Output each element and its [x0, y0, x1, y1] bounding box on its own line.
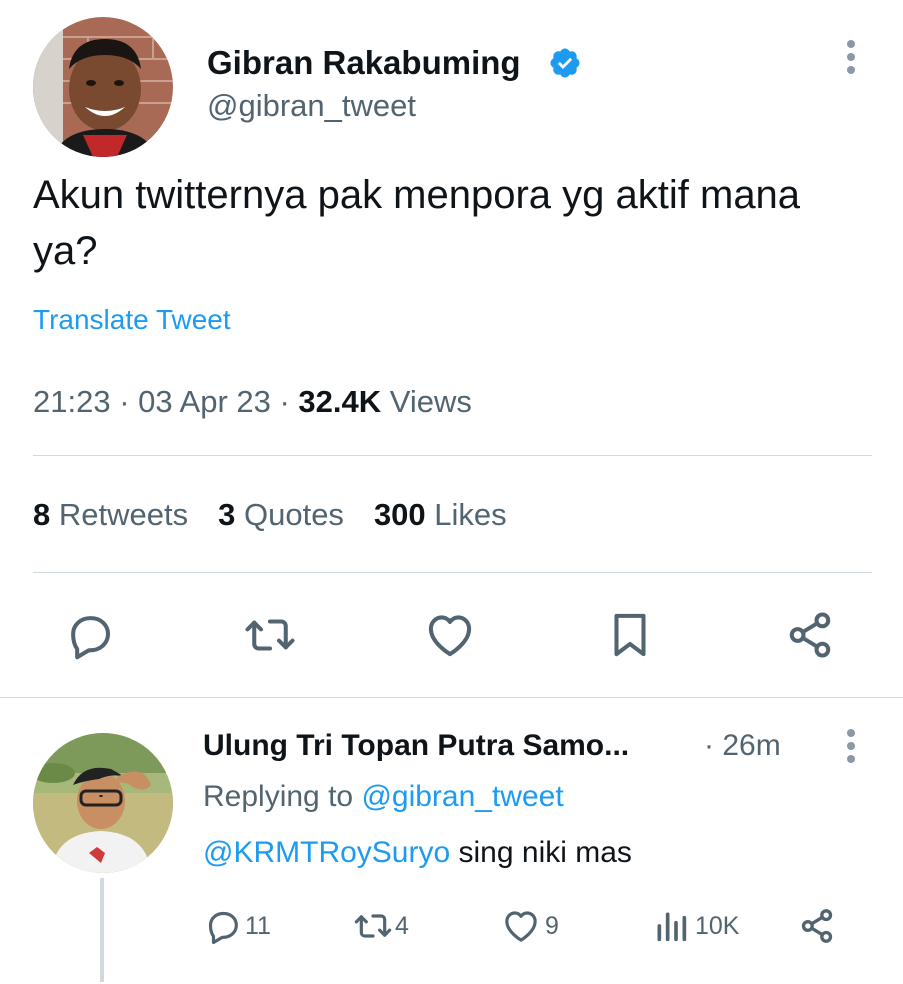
reply-reply-button[interactable]: 11 [203, 906, 271, 946]
reply-retweet-icon [354, 914, 392, 938]
reply-retweet-count: 4 [395, 911, 409, 940]
reply-author-name[interactable]: Ulung Tri Topan Putra Samo... [203, 729, 629, 763]
author-avatar[interactable] [33, 17, 173, 157]
reply-author-avatar[interactable] [33, 733, 173, 873]
reply-icon[interactable] [63, 608, 117, 662]
divider-bottom [33, 572, 872, 573]
reply-text: @KRMTRoySuryo sing niki mas [203, 836, 632, 870]
mention-link[interactable]: @KRMTRoySuryo [203, 836, 450, 869]
more-options-icon[interactable] [841, 38, 861, 78]
replying-prefix: Replying to [203, 780, 354, 813]
divider-top [33, 455, 872, 456]
tweet-time[interactable]: 21:23 [33, 384, 111, 419]
reply-time[interactable]: · 26m [704, 729, 781, 763]
author-name[interactable]: Gibran Rakabuming [207, 44, 521, 82]
likes-stat[interactable]: 300 Likes [374, 497, 507, 532]
bookmark-icon[interactable] [603, 608, 657, 662]
thread-line [100, 878, 104, 982]
reply-like-button[interactable]: 9 [501, 906, 559, 946]
reply-more-options-icon[interactable] [841, 727, 861, 767]
tweet-stats: 8 Retweets 3 Quotes 300 Likes [33, 497, 507, 533]
like-heart-icon[interactable] [423, 608, 477, 662]
translate-tweet-link[interactable]: Translate Tweet [33, 304, 231, 336]
verified-badge-icon [548, 46, 582, 80]
views-bar-chart-icon [657, 912, 687, 942]
reply-share-button[interactable] [797, 906, 837, 946]
quotes-count: 3 [218, 497, 236, 532]
views-count: 32.4K [298, 384, 382, 419]
reply-share-icon [801, 909, 833, 943]
reply-views-button[interactable]: 10K [651, 906, 739, 946]
reply-reply-count: 11 [245, 911, 271, 940]
quotes-stat[interactable]: 3 Quotes [218, 497, 344, 532]
retweets-label: Retweets [58, 497, 189, 532]
retweets-count: 8 [33, 497, 51, 532]
reply-comment-icon [208, 911, 238, 945]
reply-views-count: 10K [695, 911, 740, 940]
reply-body: sing niki mas [458, 836, 632, 869]
replying-to: Replying to @gibran_tweet [203, 780, 564, 814]
tweet-separator [0, 697, 903, 698]
author-handle[interactable]: @gibran_tweet [207, 88, 416, 124]
retweet-icon[interactable] [243, 608, 297, 662]
replying-handle-link[interactable]: @gibran_tweet [361, 780, 563, 813]
reply-like-count: 9 [545, 911, 559, 940]
reply-retweet-button[interactable]: 4 [353, 906, 409, 946]
reply-time-value: 26m [722, 729, 781, 762]
tweet-text: Akun twitternya pak menpora yg aktif man… [33, 173, 801, 273]
views-label: Views [389, 384, 472, 419]
retweets-stat[interactable]: 8 Retweets [33, 497, 188, 532]
share-icon[interactable] [783, 608, 837, 662]
likes-count: 300 [373, 497, 426, 532]
reply-like-heart-icon [505, 911, 537, 942]
tweet-date[interactable]: 03 Apr 23 [138, 384, 271, 419]
likes-label: Likes [434, 497, 507, 532]
quotes-label: Quotes [243, 497, 344, 532]
tweet-meta: 21:23 · 03 Apr 23 · 32.4K Views [33, 384, 472, 419]
